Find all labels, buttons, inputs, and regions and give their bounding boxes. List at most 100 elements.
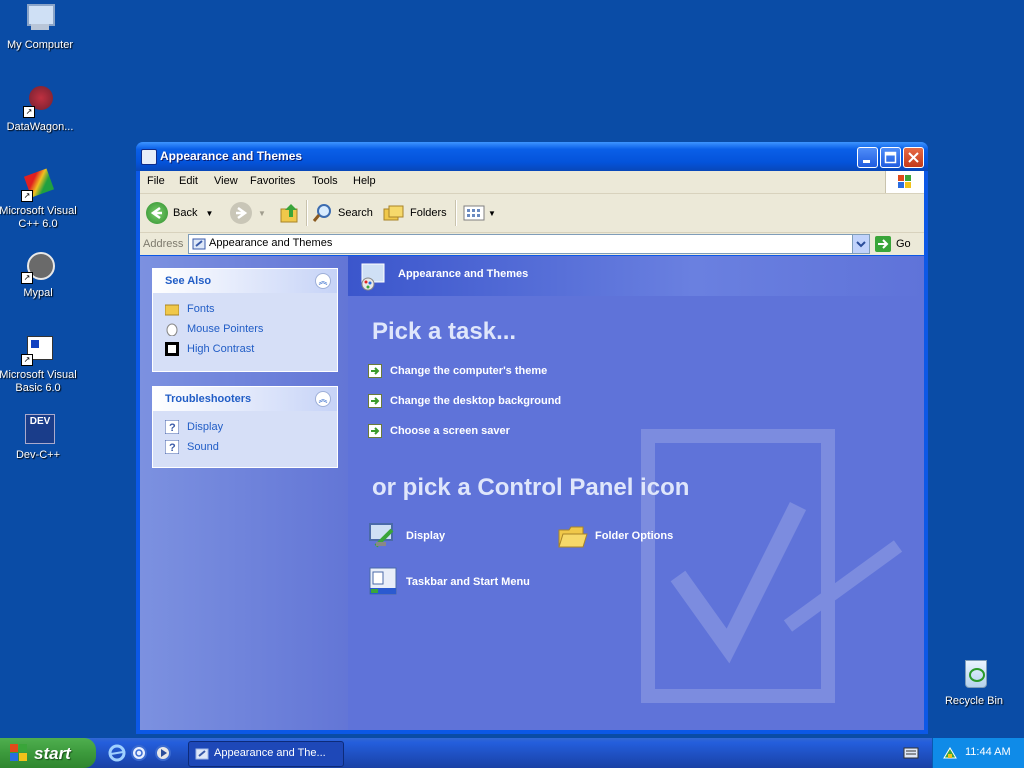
fonts-folder-icon bbox=[165, 304, 179, 316]
back-button[interactable]: Back ▼ bbox=[146, 201, 213, 225]
task-arrow-icon bbox=[368, 364, 382, 378]
dev-cpp-icon: DEV bbox=[21, 412, 55, 446]
search-label: Search bbox=[338, 207, 373, 219]
task-change-background[interactable]: Change the desktop background bbox=[368, 392, 561, 410]
back-dropdown-icon[interactable]: ▼ bbox=[205, 209, 213, 218]
windows-logo-icon bbox=[885, 171, 924, 193]
maximize-icon bbox=[884, 151, 897, 164]
taskbar: start Appearance and The... 11:44 AM bbox=[0, 738, 1024, 768]
task-arrow-icon bbox=[368, 394, 382, 408]
troubleshooters-title: Troubleshooters bbox=[165, 393, 252, 405]
search-button[interactable]: Search bbox=[312, 201, 373, 225]
see-also-label: High Contrast bbox=[187, 343, 255, 355]
clock[interactable]: 11:44 AM bbox=[965, 746, 1011, 758]
troubleshooters-panel: Troubleshooters ︽ ? Display ? Sound bbox=[152, 386, 338, 468]
desktop-icon-recycle-bin[interactable]: Recycle Bin bbox=[934, 658, 1014, 708]
title-bar[interactable]: Appearance and Themes bbox=[136, 142, 928, 171]
cp-icon-label: Taskbar and Start Menu bbox=[406, 576, 530, 588]
folders-button[interactable]: Folders bbox=[382, 201, 447, 225]
my-computer-icon bbox=[23, 2, 57, 36]
troubleshooter-item-sound[interactable]: ? Sound bbox=[153, 437, 337, 457]
cp-icon-label: Display bbox=[406, 530, 446, 542]
shortcut-arrow-icon: ↗ bbox=[21, 354, 33, 366]
windows-logo-icon bbox=[10, 744, 27, 761]
display-icon bbox=[369, 523, 394, 548]
views-dropdown-icon: ▼ bbox=[488, 208, 496, 218]
shortcut-arrow-icon: ↗ bbox=[21, 272, 33, 284]
see-also-title: See Also bbox=[165, 275, 212, 287]
minimize-button[interactable] bbox=[857, 147, 878, 168]
window-title: Appearance and Themes bbox=[160, 149, 303, 163]
menu-tools[interactable]: Tools bbox=[312, 175, 338, 187]
menu-view[interactable]: View bbox=[214, 175, 238, 187]
taskbar-window-button[interactable]: Appearance and The... bbox=[188, 741, 344, 767]
desktop-icon-label: Dev-C++ bbox=[15, 449, 61, 461]
desktop-icon-label: Microsoft Visual C++ 6.0 bbox=[0, 205, 77, 230]
visual-cpp-icon: ↗ bbox=[21, 168, 55, 202]
see-also-label: Fonts bbox=[187, 303, 215, 315]
svg-text:?: ? bbox=[169, 442, 176, 454]
see-also-header[interactable]: See Also ︽ bbox=[153, 269, 337, 293]
cp-icon-display[interactable]: Display bbox=[368, 520, 445, 552]
close-icon bbox=[908, 152, 919, 163]
high-contrast-icon bbox=[165, 342, 179, 356]
cp-icon-taskbar-start-menu[interactable]: Taskbar and Start Menu bbox=[368, 566, 530, 598]
folders-label: Folders bbox=[410, 207, 447, 219]
cp-icon-folder-options[interactable]: Folder Options bbox=[557, 520, 673, 552]
go-button[interactable]: Go bbox=[874, 235, 911, 253]
desktop-icon-datawagon[interactable]: ↗ DataWagon... bbox=[0, 84, 80, 134]
mouse-icon bbox=[166, 323, 178, 336]
address-field[interactable]: Appearance and Themes bbox=[188, 234, 870, 254]
outlook-express-icon[interactable] bbox=[130, 744, 148, 762]
desktop-icon-label: Recycle Bin bbox=[944, 695, 1004, 707]
forward-button[interactable]: ▼ bbox=[230, 201, 266, 225]
task-screen-saver[interactable]: Choose a screen saver bbox=[368, 422, 510, 440]
up-folder-button[interactable] bbox=[278, 201, 302, 225]
content-area: See Also ︽ Fonts Mouse Pointers High Con… bbox=[140, 256, 924, 730]
task-label: Change the computer's theme bbox=[390, 365, 548, 377]
visual-basic-icon: ↗ bbox=[21, 332, 55, 366]
views-button[interactable]: ▼ bbox=[462, 201, 496, 225]
desktop-icon-visual-cpp[interactable]: ↗ Microsoft Visual C++ 6.0 bbox=[0, 168, 78, 231]
toolbar-separator bbox=[455, 200, 457, 226]
start-button[interactable]: start bbox=[0, 738, 96, 768]
desktop-icon-visual-basic[interactable]: ↗ Microsoft Visual Basic 6.0 bbox=[0, 332, 78, 395]
toolbar-separator bbox=[306, 200, 308, 226]
forward-dropdown-icon[interactable]: ▼ bbox=[258, 209, 266, 218]
control-panel-icon bbox=[195, 748, 209, 760]
close-button[interactable] bbox=[903, 147, 924, 168]
category-title: Appearance and Themes bbox=[398, 268, 529, 280]
desktop-icon-dev-cpp[interactable]: DEV Dev-C++ bbox=[0, 412, 78, 462]
troubleshooter-item-display[interactable]: ? Display bbox=[153, 417, 337, 437]
troubleshooters-header[interactable]: Troubleshooters ︽ bbox=[153, 387, 337, 411]
taskbar-start-menu-icon bbox=[369, 567, 397, 595]
shortcut-arrow-icon: ↗ bbox=[23, 106, 35, 118]
collapse-icon[interactable]: ︽ bbox=[315, 273, 331, 289]
see-also-item-high-contrast[interactable]: High Contrast bbox=[153, 339, 337, 359]
task-change-theme[interactable]: Change the computer's theme bbox=[368, 362, 547, 380]
network-icon[interactable] bbox=[941, 744, 959, 762]
address-dropdown-button[interactable] bbox=[852, 235, 869, 253]
media-player-icon[interactable] bbox=[154, 744, 172, 762]
internet-explorer-icon[interactable] bbox=[108, 744, 126, 762]
back-arrow-icon bbox=[146, 202, 168, 224]
back-label: Back bbox=[173, 207, 198, 219]
see-also-panel: See Also ︽ Fonts Mouse Pointers High Con… bbox=[152, 268, 338, 372]
troubleshooter-label: Display bbox=[187, 421, 224, 433]
troubleshooter-label: Sound bbox=[187, 441, 219, 453]
maximize-button[interactable] bbox=[880, 147, 901, 168]
keyboard-icon[interactable] bbox=[903, 746, 919, 760]
desktop-icon-my-computer[interactable]: My Computer bbox=[0, 2, 80, 52]
menu-file[interactable]: File bbox=[147, 175, 165, 187]
menu-help[interactable]: Help bbox=[353, 175, 376, 187]
toolbar: Back ▼ ▼ Search Folders ▼ bbox=[140, 194, 924, 233]
start-label: start bbox=[34, 744, 71, 763]
menu-favorites[interactable]: Favorites bbox=[250, 175, 295, 187]
menu-bar: File Edit View Favorites Tools Help bbox=[140, 171, 924, 194]
desktop-icon-mypal[interactable]: ↗ Mypal bbox=[0, 250, 78, 300]
menu-edit[interactable]: Edit bbox=[179, 175, 198, 187]
see-also-item-fonts[interactable]: Fonts bbox=[153, 299, 337, 319]
see-also-item-mouse-pointers[interactable]: Mouse Pointers bbox=[153, 319, 337, 339]
recycle-bin-icon bbox=[957, 658, 991, 692]
collapse-icon[interactable]: ︽ bbox=[315, 391, 331, 407]
